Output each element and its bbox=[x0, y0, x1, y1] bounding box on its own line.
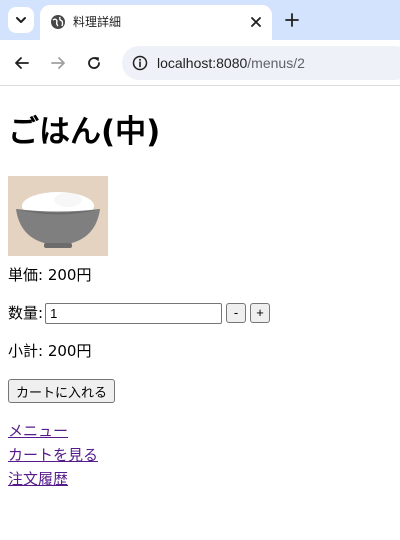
tab-search-button[interactable] bbox=[8, 7, 34, 33]
back-button[interactable] bbox=[10, 51, 34, 75]
quantity-row: 数量: - + bbox=[8, 302, 392, 324]
browser-tab-active[interactable]: 料理詳細 bbox=[40, 5, 272, 40]
quantity-label: 数量: bbox=[8, 304, 44, 322]
reload-icon bbox=[88, 57, 100, 69]
info-icon bbox=[132, 55, 148, 71]
decrement-button[interactable]: - bbox=[226, 303, 247, 323]
browser-toolbar: localhost:8080/menus/2 bbox=[0, 40, 400, 86]
globe-icon bbox=[51, 15, 65, 29]
url-path: /menus/2 bbox=[247, 55, 305, 71]
link-view-cart[interactable]: カートを見る bbox=[8, 443, 392, 467]
forward-button[interactable] bbox=[46, 51, 70, 75]
link-menu[interactable]: メニュー bbox=[8, 419, 392, 443]
tab-close-button[interactable] bbox=[246, 12, 266, 32]
browser-tabstrip: 料理詳細 bbox=[0, 0, 400, 40]
new-tab-button[interactable] bbox=[280, 8, 304, 32]
add-to-cart-button[interactable]: カートに入れる bbox=[8, 379, 116, 403]
address-bar[interactable]: localhost:8080/menus/2 bbox=[122, 46, 400, 80]
arrow-right-icon bbox=[51, 57, 65, 69]
nav-links: メニュー カートを見る 注文履歴 bbox=[8, 419, 392, 491]
plus-icon bbox=[285, 13, 299, 27]
link-order-history[interactable]: 注文履歴 bbox=[8, 467, 392, 491]
page-content: ごはん(中) 単価: 200円 数量: - + 小計: 200円 カートに入れる… bbox=[8, 87, 392, 491]
arrow-left-icon bbox=[15, 57, 29, 69]
url-text: localhost:8080/menus/2 bbox=[157, 54, 305, 72]
menu-image bbox=[8, 176, 108, 256]
chevron-down-icon bbox=[16, 17, 26, 23]
page-title: ごはん(中) bbox=[8, 114, 161, 150]
close-icon bbox=[251, 17, 261, 27]
quantity-input[interactable] bbox=[45, 302, 223, 324]
site-info-button[interactable] bbox=[128, 51, 152, 75]
unit-price: 単価: 200円 bbox=[8, 266, 92, 284]
reload-button[interactable] bbox=[82, 51, 106, 75]
url-host: localhost:8080 bbox=[157, 55, 248, 71]
increment-button[interactable]: + bbox=[250, 303, 271, 323]
subtotal: 小計: 200円 bbox=[8, 342, 92, 360]
tab-title: 料理詳細 bbox=[73, 15, 122, 29]
